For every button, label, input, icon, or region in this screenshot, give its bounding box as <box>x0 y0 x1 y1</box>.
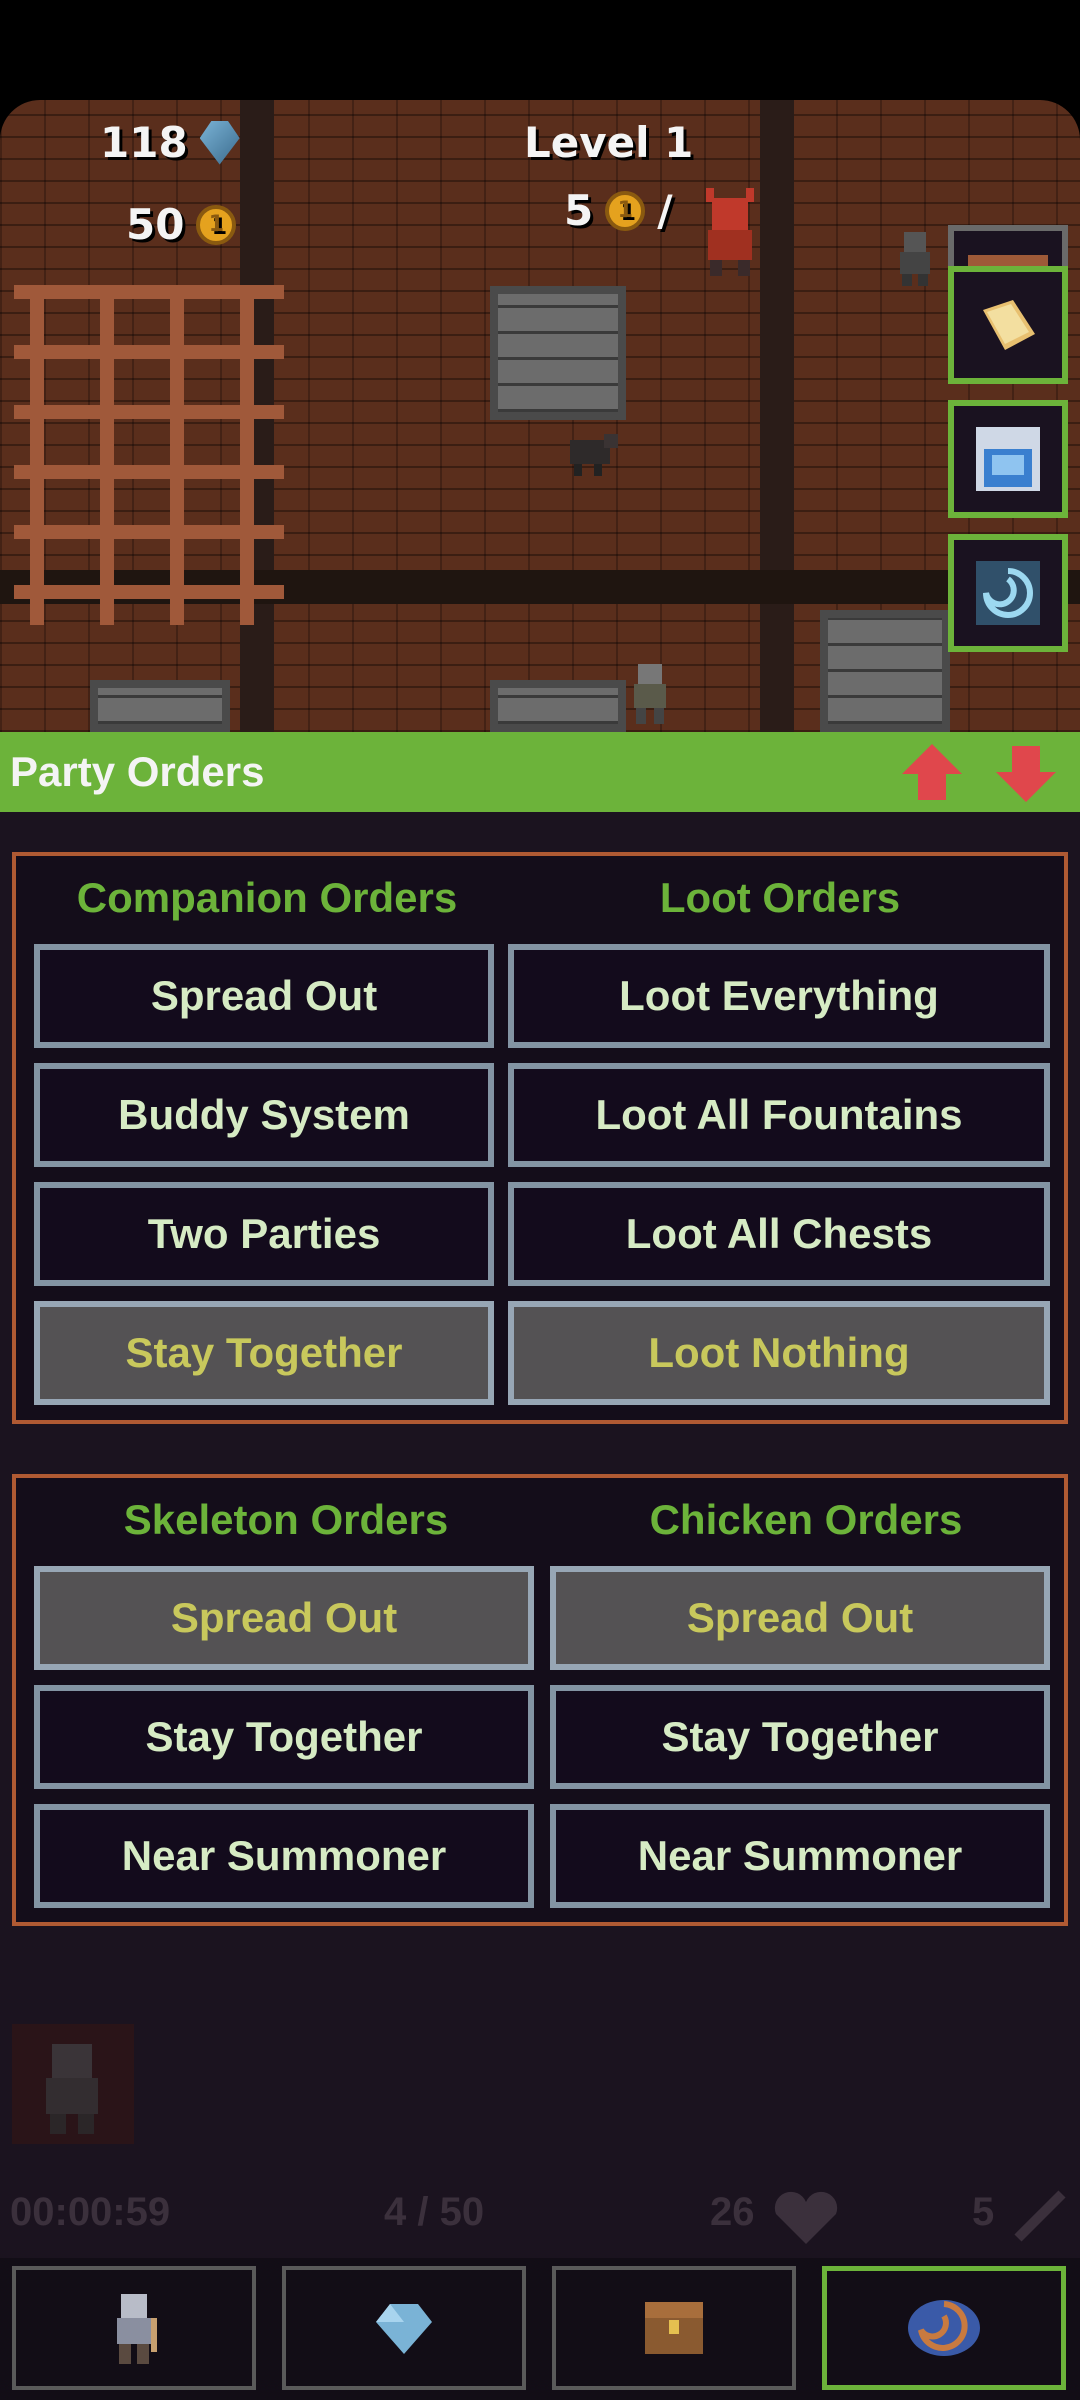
stone-block <box>820 610 950 732</box>
nav-inventory-button[interactable] <box>552 2266 796 2390</box>
knight-ally-icon <box>634 664 666 724</box>
arrow-down-icon[interactable] <box>994 742 1058 804</box>
game-viewport[interactable]: 118 50 1 Level 1 5 1 / <box>0 100 1080 732</box>
nav-heroes-button[interactable] <box>12 2266 256 2390</box>
chicken-spread-out-button[interactable]: Spread Out <box>550 1566 1050 1670</box>
game-timer: 00:00:59 <box>10 2190 171 2234</box>
loot-nothing-button[interactable]: Loot Nothing <box>508 1301 1050 1405</box>
arrow-up-icon[interactable] <box>900 742 964 804</box>
hero-icon <box>117 2294 157 2364</box>
gem-icon <box>376 2304 432 2354</box>
kill-cost-separator: / <box>657 186 673 235</box>
companion-buddy-system-button[interactable]: Buddy System <box>34 1063 494 1167</box>
potion-icon <box>976 427 1040 491</box>
page-title: Party Orders <box>10 748 265 795</box>
loot-orders-title: Loot Orders <box>659 874 901 921</box>
companion-two-parties-button[interactable]: Two Parties <box>34 1182 494 1286</box>
portal-icon <box>976 561 1040 625</box>
stone-block <box>490 286 626 420</box>
nav-orders-button[interactable] <box>822 2266 1066 2390</box>
companion-loot-panel: Companion Orders Loot Orders Spread Out … <box>12 852 1068 1424</box>
attack-value: 5 <box>972 2190 995 2234</box>
portal-icon <box>908 2300 980 2356</box>
level-text: Level 1 <box>524 118 694 167</box>
wall-pillar <box>760 100 794 732</box>
stone-block <box>490 680 626 732</box>
kill-cost-value: 5 <box>564 186 594 235</box>
scroll-icon <box>983 300 1035 350</box>
chicken-orders-title: Chicken Orders <box>649 1496 963 1543</box>
heart-icon <box>774 2191 838 2244</box>
coin-icon: 1 <box>196 204 237 245</box>
hero-icon <box>46 2044 98 2134</box>
portcullis-gate <box>14 285 284 625</box>
scroll-button[interactable] <box>948 266 1068 384</box>
gold-counter: 50 1 <box>126 200 237 249</box>
gems-value: 118 <box>100 118 188 167</box>
loot-all-chests-button[interactable]: Loot All Chests <box>508 1182 1050 1286</box>
coin-icon: 1 <box>605 190 646 231</box>
companion-spread-out-button[interactable]: Spread Out <box>34 944 494 1048</box>
gold-value: 50 <box>126 200 185 249</box>
chicken-ally-icon <box>570 434 618 476</box>
selected-hero-portrait[interactable] <box>12 2024 134 2144</box>
skeleton-near-summoner-button[interactable]: Near Summoner <box>34 1804 534 1908</box>
level-label: Level 1 <box>524 118 693 167</box>
gem-icon <box>199 120 240 165</box>
loot-everything-button[interactable]: Loot Everything <box>508 944 1050 1048</box>
loot-all-fountains-button[interactable]: Loot All Fountains <box>508 1063 1050 1167</box>
skeleton-chicken-panel: Skeleton Orders Chicken Orders Spread Ou… <box>12 1474 1068 1926</box>
nav-gems-button[interactable] <box>282 2266 526 2390</box>
companion-stay-together-button[interactable]: Stay Together <box>34 1301 494 1405</box>
party-orders-header: Party Orders <box>0 732 1080 812</box>
demon-enemy-icon[interactable] <box>700 188 760 278</box>
chest-icon <box>645 2302 703 2354</box>
portal-button[interactable] <box>948 534 1068 652</box>
sword-icon <box>1014 2190 1066 2242</box>
health-value: 26 <box>710 2190 755 2234</box>
chicken-stay-together-button[interactable]: Stay Together <box>550 1685 1050 1789</box>
potion-button[interactable] <box>948 400 1068 518</box>
chicken-near-summoner-button[interactable]: Near Summoner <box>550 1804 1050 1908</box>
skeleton-orders-title: Skeleton Orders <box>123 1496 449 1543</box>
gems-counter: 118 <box>100 118 240 167</box>
skeleton-ally-icon <box>900 232 930 286</box>
party-count: 4 / 50 <box>384 2190 485 2234</box>
bottom-navigation <box>0 2258 1080 2400</box>
kill-cost: 5 1 / <box>564 186 673 235</box>
skeleton-spread-out-button[interactable]: Spread Out <box>34 1566 534 1670</box>
companion-orders-title: Companion Orders <box>76 874 458 921</box>
skeleton-stay-together-button[interactable]: Stay Together <box>34 1685 534 1789</box>
stone-block <box>90 680 230 732</box>
